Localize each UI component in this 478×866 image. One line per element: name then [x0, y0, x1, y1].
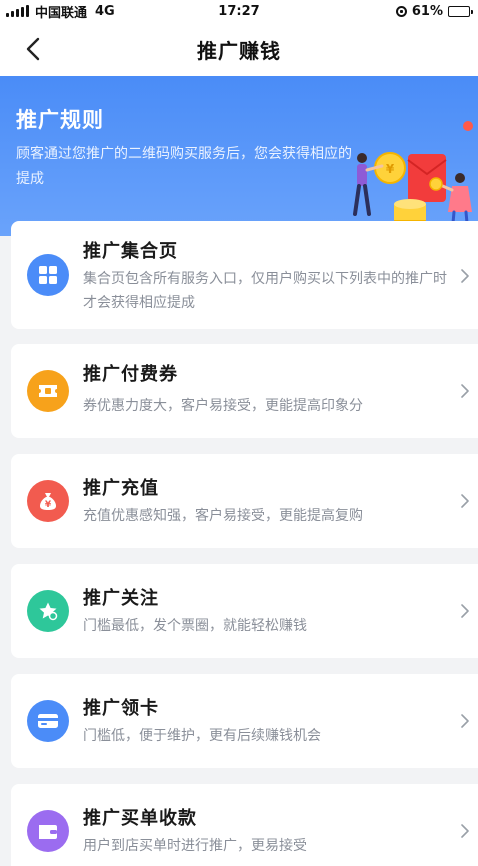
promotion-illustration: ¥ [353, 121, 473, 236]
item-title: 推广充值 [83, 478, 159, 499]
status-bar: 中国联通 4G 17:27 61% [0, 0, 478, 22]
ticket-icon [27, 370, 69, 412]
chevron-right-icon [461, 384, 469, 398]
battery-percent: 61% [411, 3, 443, 19]
star-icon [27, 590, 69, 632]
network-label: 4G [95, 3, 115, 19]
item-description: 门槛最低，发个票圈，就能轻松赚钱 [83, 618, 307, 634]
list-item-paid-coupon[interactable]: 推广付费券 券优惠力度大，客户易接受，更能提高印象分 [11, 344, 478, 438]
list-item-claim-card[interactable]: 推广领卡 门槛低，便于维护，更有后续赚钱机会 [11, 674, 478, 768]
banner-title: 推广规则 [16, 108, 104, 132]
list-item-checkout-payment[interactable]: 推广买单收款 用户到店买单时进行推广，更易接受 [11, 784, 478, 866]
card-icon [27, 700, 69, 742]
svg-text:¥: ¥ [45, 500, 52, 510]
list-item-follow[interactable]: 推广关注 门槛最低，发个票圈，就能轻松赚钱 [11, 564, 478, 658]
banner-description: 顾客通过您推广的二维码购买服务后，您会获得相应的提成 [16, 146, 352, 187]
signal-icon [6, 5, 29, 17]
item-title: 推广领卡 [83, 698, 159, 719]
money-bag-icon: ¥ [27, 480, 69, 522]
grid-icon [27, 254, 69, 296]
chevron-left-icon [26, 37, 40, 61]
item-title: 推广关注 [83, 588, 159, 609]
page-title: 推广赚钱 [197, 38, 281, 63]
chevron-right-icon [461, 824, 469, 838]
list-item-collection-page[interactable]: 推广集合页 集合页包含所有服务入口，仅用户购买以下列表中的推广时才会获得相应提成 [11, 221, 478, 329]
item-title: 推广买单收款 [83, 808, 197, 829]
svg-text:¥: ¥ [386, 162, 395, 176]
rules-banner: 推广规则 顾客通过您推广的二维码购买服务后，您会获得相应的提成 ¥ [0, 76, 478, 236]
chevron-right-icon [461, 269, 469, 283]
item-description: 集合页包含所有服务入口，仅用户购买以下列表中的推广时才会获得相应提成 [83, 271, 447, 311]
rotation-lock-icon [395, 5, 407, 17]
chevron-right-icon [461, 714, 469, 728]
list-item-recharge[interactable]: ¥ 推广充值 充值优惠感知强，客户易接受，更能提高复购 [11, 454, 478, 548]
item-description: 用户到店买单时进行推广，更易接受 [83, 838, 307, 854]
item-description: 充值优惠感知强，客户易接受，更能提高复购 [83, 508, 363, 524]
item-description: 门槛低，便于维护，更有后续赚钱机会 [83, 728, 321, 744]
back-button[interactable] [22, 36, 48, 62]
nav-bar: 推广赚钱 [0, 22, 478, 76]
carrier-label: 中国联通 [35, 5, 88, 21]
wallet-icon [27, 810, 69, 852]
battery-icon [448, 5, 473, 17]
chevron-right-icon [461, 494, 469, 508]
item-title: 推广集合页 [83, 241, 178, 262]
item-description: 券优惠力度大，客户易接受，更能提高印象分 [83, 398, 363, 414]
item-title: 推广付费券 [83, 364, 178, 385]
chevron-right-icon [461, 604, 469, 618]
